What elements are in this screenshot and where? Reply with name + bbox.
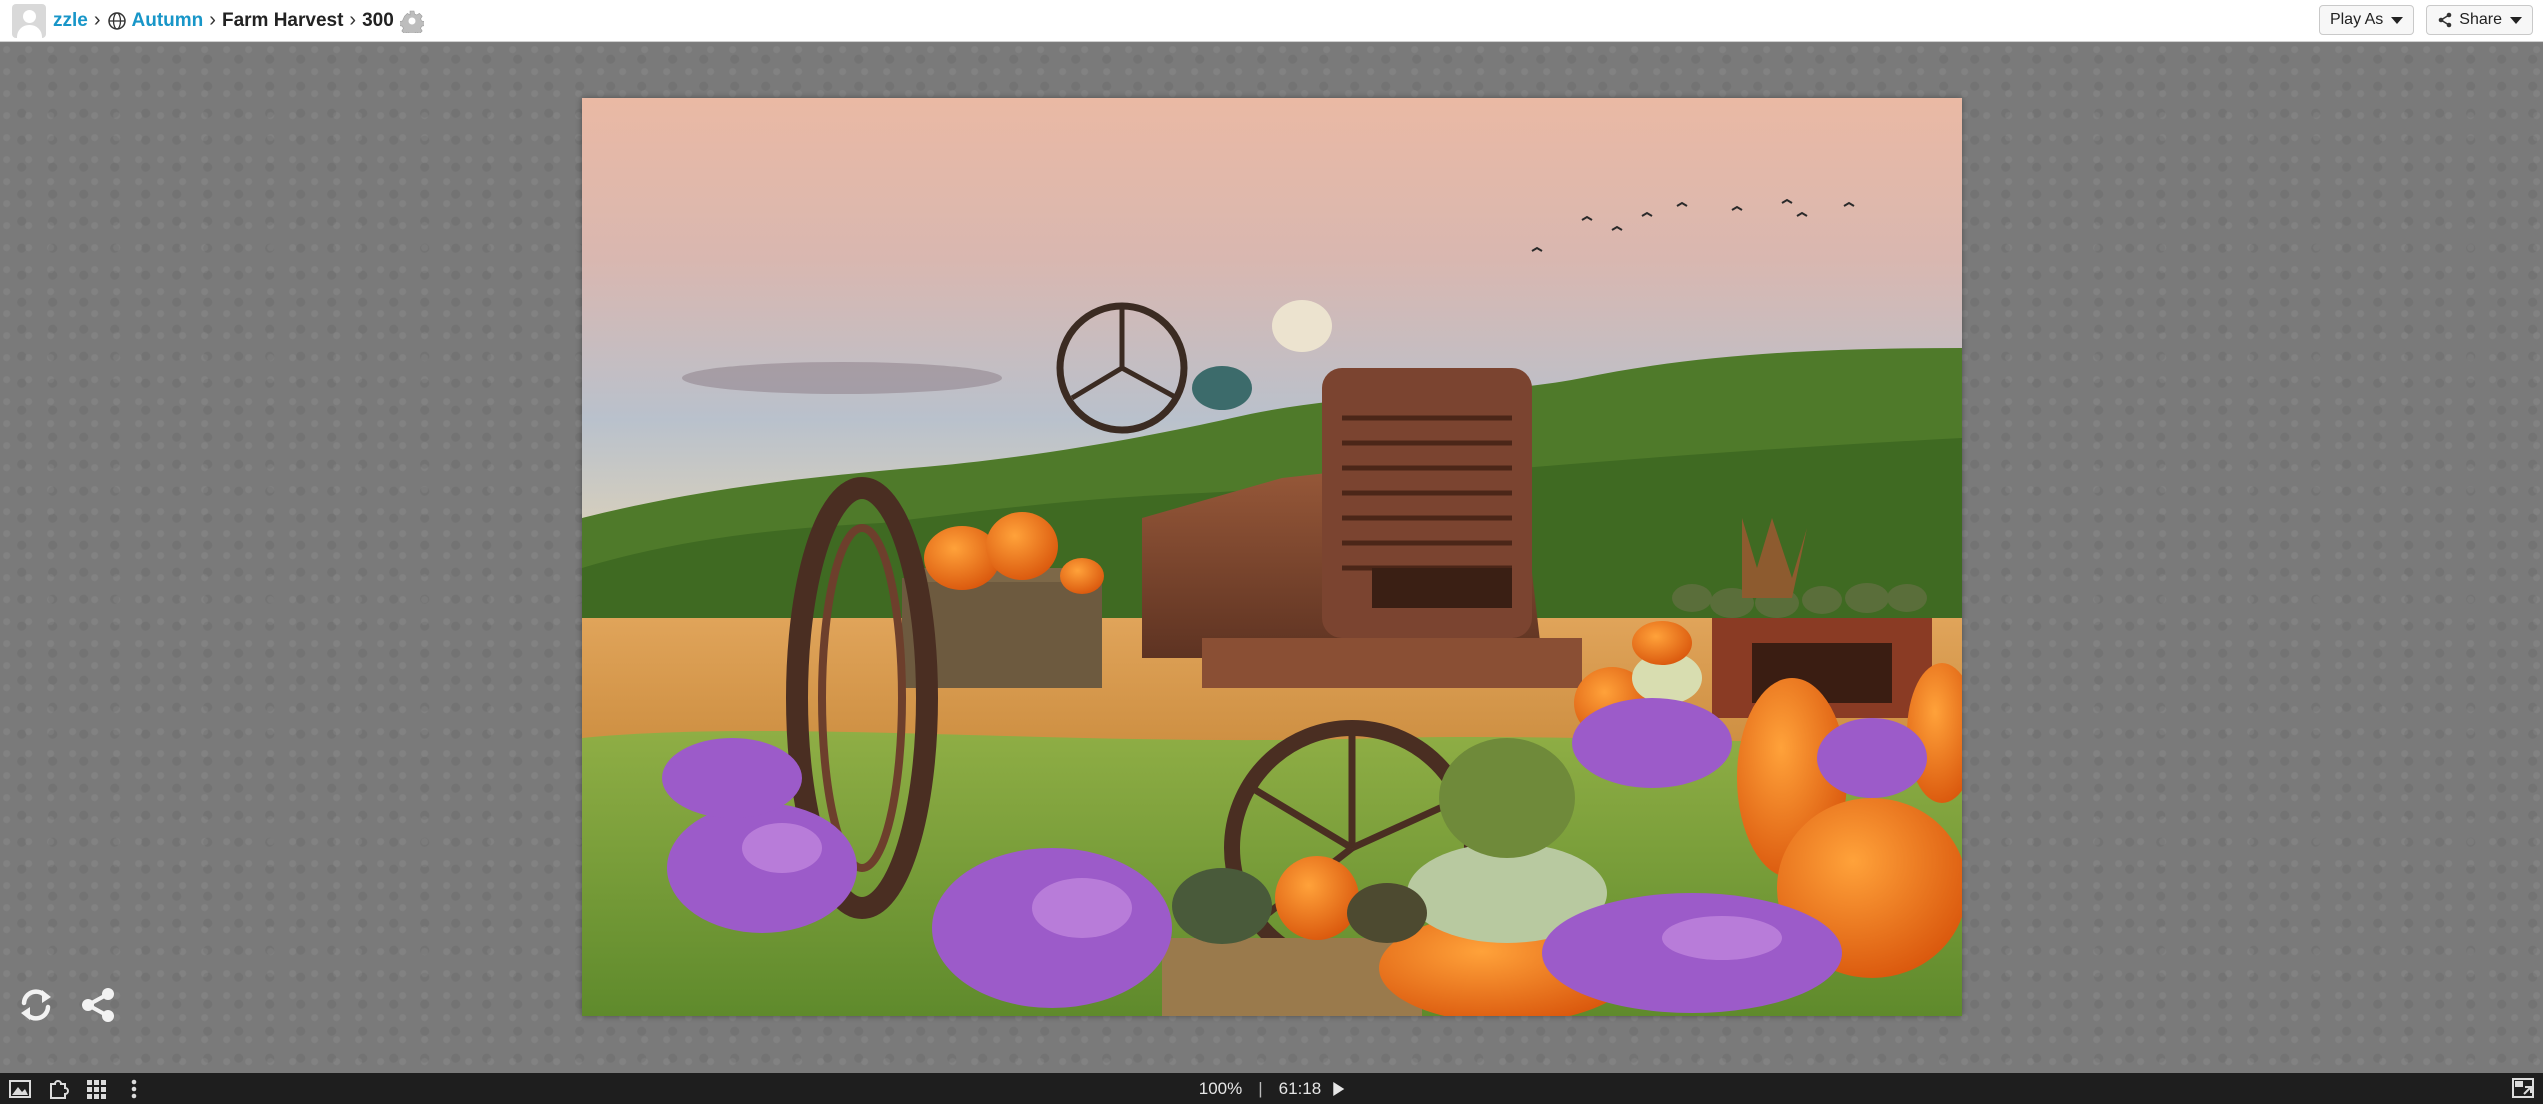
breadcrumb-separator: › (93, 9, 101, 31)
play-as-button[interactable]: Play As (2318, 5, 2415, 35)
refresh-icon[interactable] (16, 985, 56, 1025)
share-button[interactable]: Share (2426, 5, 2533, 35)
breadcrumb-separator: › (349, 9, 357, 31)
play-icon[interactable] (1333, 1081, 1345, 1096)
grid-icon[interactable] (84, 1078, 108, 1100)
chevron-down-icon (2510, 16, 2522, 24)
status-bar: 100% | 61:18 (0, 1073, 2543, 1104)
more-vertical-icon[interactable] (122, 1078, 146, 1100)
top-bar: zzle › Autumn › Farm Harvest › 300 Play … (0, 0, 2543, 42)
breadcrumb-separator: › (209, 9, 216, 31)
chevron-down-icon (2391, 16, 2404, 24)
puzzle-piece-icon[interactable] (46, 1078, 70, 1100)
status-center: 100% | 61:18 (1198, 1078, 1345, 1099)
gear-icon[interactable] (399, 9, 424, 33)
puzzle-image[interactable] (582, 98, 1962, 1016)
status-separator: | (1258, 1078, 1263, 1098)
timer: 61:18 (1278, 1078, 1322, 1098)
share-icon (2438, 12, 2452, 28)
share-label: Share (2459, 11, 2502, 28)
image-icon[interactable] (8, 1078, 32, 1100)
breadcrumb-piece-count: 300 (362, 9, 394, 31)
breadcrumb-user-link[interactable]: zzle (53, 10, 88, 32)
fullscreen-icon[interactable] (2511, 1077, 2535, 1099)
avatar[interactable] (12, 3, 46, 38)
left-tools (16, 985, 118, 1025)
play-as-label: Play As (2329, 11, 2384, 28)
farm-harvest-painting (582, 98, 1962, 1016)
share-icon[interactable] (78, 985, 118, 1025)
breadcrumb-title: Farm Harvest (221, 9, 344, 31)
breadcrumb-category-link[interactable]: Autumn (132, 10, 204, 32)
globe-icon (107, 11, 126, 30)
zoom-level: 100% (1198, 1078, 1243, 1098)
